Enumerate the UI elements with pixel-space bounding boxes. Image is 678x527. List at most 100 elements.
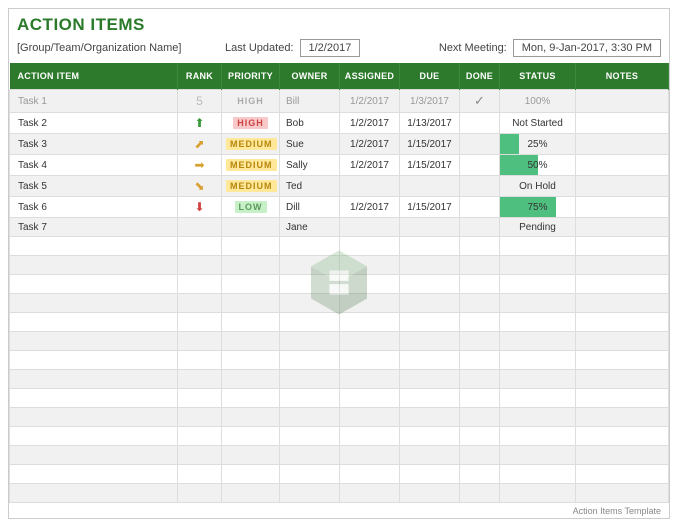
cell-empty[interactable] — [460, 389, 500, 408]
cell-empty[interactable] — [178, 237, 222, 256]
cell-empty[interactable] — [576, 237, 669, 256]
table-row[interactable]: Task 4➡MEDIUMSally1/2/20171/15/201750% — [10, 155, 669, 176]
cell-empty[interactable] — [280, 465, 340, 484]
cell-action[interactable]: Task 1 — [10, 90, 178, 113]
cell-empty[interactable] — [460, 275, 500, 294]
table-row[interactable] — [10, 332, 669, 351]
cell-owner[interactable]: Sally — [280, 155, 340, 176]
cell-rank[interactable]: ⬆ — [178, 113, 222, 134]
cell-assigned[interactable]: 1/2/2017 — [340, 197, 400, 218]
cell-empty[interactable] — [222, 427, 280, 446]
cell-empty[interactable] — [576, 256, 669, 275]
cell-empty[interactable] — [460, 332, 500, 351]
cell-empty[interactable] — [178, 275, 222, 294]
cell-due[interactable]: 1/15/2017 — [400, 197, 460, 218]
cell-empty[interactable] — [460, 351, 500, 370]
cell-action[interactable]: Task 7 — [10, 218, 178, 237]
cell-empty[interactable] — [280, 237, 340, 256]
table-row[interactable] — [10, 484, 669, 503]
cell-empty[interactable] — [280, 389, 340, 408]
cell-done[interactable] — [460, 113, 500, 134]
cell-priority[interactable] — [222, 218, 280, 237]
cell-owner[interactable]: Dill — [280, 197, 340, 218]
cell-empty[interactable] — [400, 294, 460, 313]
cell-empty[interactable] — [500, 370, 576, 389]
cell-empty[interactable] — [10, 446, 178, 465]
cell-rank[interactable]: ⬇ — [178, 197, 222, 218]
cell-empty[interactable] — [280, 370, 340, 389]
cell-empty[interactable] — [222, 370, 280, 389]
cell-status[interactable]: 25% — [500, 134, 576, 155]
cell-status[interactable]: On Hold — [500, 176, 576, 197]
cell-empty[interactable] — [10, 313, 178, 332]
cell-empty[interactable] — [340, 313, 400, 332]
cell-empty[interactable] — [340, 370, 400, 389]
cell-due[interactable] — [400, 218, 460, 237]
table-row[interactable]: Task 7JanePending — [10, 218, 669, 237]
cell-done[interactable] — [460, 134, 500, 155]
cell-empty[interactable] — [460, 408, 500, 427]
cell-empty[interactable] — [400, 332, 460, 351]
cell-empty[interactable] — [178, 294, 222, 313]
cell-empty[interactable] — [10, 351, 178, 370]
cell-empty[interactable] — [400, 370, 460, 389]
table-row[interactable] — [10, 313, 669, 332]
cell-empty[interactable] — [280, 294, 340, 313]
cell-empty[interactable] — [500, 484, 576, 503]
cell-empty[interactable] — [340, 275, 400, 294]
cell-empty[interactable] — [10, 408, 178, 427]
cell-empty[interactable] — [340, 237, 400, 256]
cell-empty[interactable] — [10, 427, 178, 446]
cell-empty[interactable] — [280, 275, 340, 294]
cell-empty[interactable] — [500, 408, 576, 427]
cell-empty[interactable] — [576, 294, 669, 313]
cell-empty[interactable] — [340, 427, 400, 446]
cell-empty[interactable] — [280, 332, 340, 351]
cell-empty[interactable] — [280, 313, 340, 332]
cell-action[interactable]: Task 4 — [10, 155, 178, 176]
cell-empty[interactable] — [340, 332, 400, 351]
cell-owner[interactable]: Ted — [280, 176, 340, 197]
cell-empty[interactable] — [400, 446, 460, 465]
cell-empty[interactable] — [280, 256, 340, 275]
cell-empty[interactable] — [280, 446, 340, 465]
cell-empty[interactable] — [500, 332, 576, 351]
cell-empty[interactable] — [280, 484, 340, 503]
cell-notes[interactable] — [576, 197, 669, 218]
cell-priority[interactable]: HIGH — [222, 90, 280, 113]
cell-empty[interactable] — [340, 294, 400, 313]
cell-priority[interactable]: HIGH — [222, 113, 280, 134]
table-row[interactable] — [10, 427, 669, 446]
cell-empty[interactable] — [222, 313, 280, 332]
cell-empty[interactable] — [500, 465, 576, 484]
cell-empty[interactable] — [576, 465, 669, 484]
cell-empty[interactable] — [10, 465, 178, 484]
cell-status[interactable]: 75% — [500, 197, 576, 218]
cell-notes[interactable] — [576, 134, 669, 155]
cell-empty[interactable] — [222, 389, 280, 408]
cell-empty[interactable] — [400, 237, 460, 256]
cell-notes[interactable] — [576, 176, 669, 197]
cell-empty[interactable] — [178, 351, 222, 370]
cell-priority[interactable]: MEDIUM — [222, 134, 280, 155]
table-row[interactable] — [10, 370, 669, 389]
table-row[interactable] — [10, 408, 669, 427]
cell-notes[interactable] — [576, 113, 669, 134]
cell-empty[interactable] — [460, 294, 500, 313]
group-name-placeholder[interactable]: [Group/Team/Organization Name] — [17, 42, 217, 54]
cell-due[interactable]: 1/13/2017 — [400, 113, 460, 134]
cell-empty[interactable] — [400, 275, 460, 294]
cell-empty[interactable] — [178, 427, 222, 446]
cell-empty[interactable] — [576, 484, 669, 503]
cell-rank[interactable]: ⬈ — [178, 134, 222, 155]
cell-empty[interactable] — [576, 275, 669, 294]
cell-empty[interactable] — [500, 294, 576, 313]
cell-empty[interactable] — [178, 484, 222, 503]
table-row[interactable]: Task 15HIGHBill1/2/20171/3/2017✓100% — [10, 90, 669, 113]
cell-empty[interactable] — [10, 370, 178, 389]
cell-owner[interactable]: Jane — [280, 218, 340, 237]
cell-notes[interactable] — [576, 218, 669, 237]
cell-empty[interactable] — [10, 275, 178, 294]
cell-empty[interactable] — [340, 351, 400, 370]
cell-notes[interactable] — [576, 90, 669, 113]
